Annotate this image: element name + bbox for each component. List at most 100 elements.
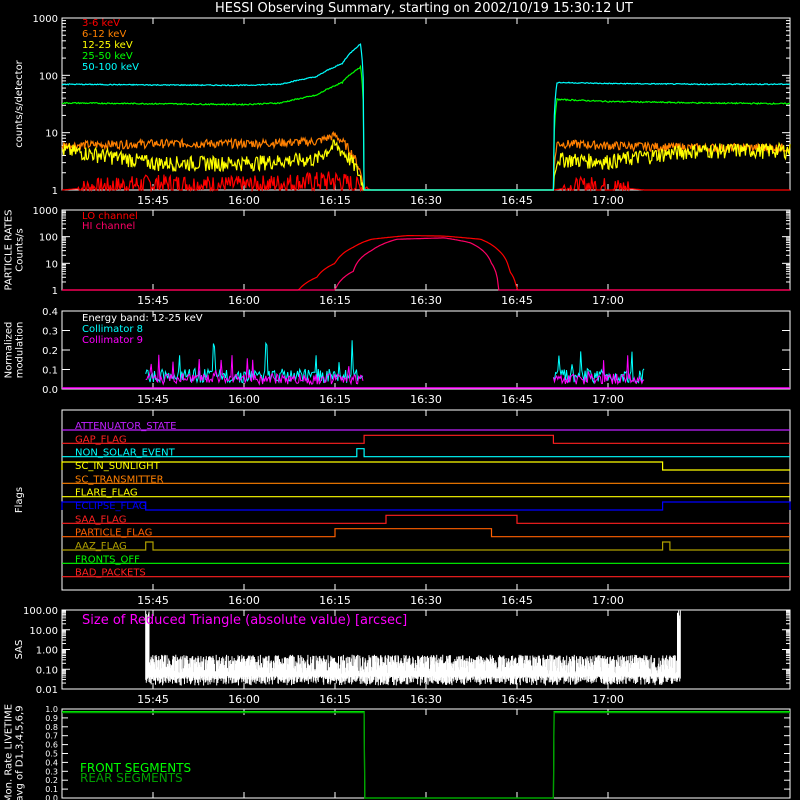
y-tick-label: 1.00 xyxy=(36,646,58,657)
panel-4: 15:45 16:00 16:15 16:30 16:45 17:00FlagsATTEN… xyxy=(14,409,791,607)
x-tick-label: 17:00 xyxy=(592,294,624,307)
x-tick-label: 16:00 xyxy=(228,194,260,207)
x-tick-label: 16:30 xyxy=(410,393,442,406)
y-tick-label: 0.3 xyxy=(42,327,58,338)
x-tick-label: 15:45 xyxy=(137,393,169,406)
x-tick-label: 16:15 xyxy=(319,393,351,406)
x-tick-label: 16:15 xyxy=(319,294,351,307)
x-tick-label: 16:30 xyxy=(410,294,442,307)
observing-summary-figure: HESSI Observing Summary, starting on 200… xyxy=(4,1,791,800)
flag-line xyxy=(61,461,790,471)
y-tick-label: 10 xyxy=(45,129,58,140)
x-tick-label: 16:15 xyxy=(319,594,351,607)
x-tick-label: 15:45 xyxy=(137,194,169,207)
y-tick-label: 0.9 xyxy=(45,714,58,723)
y-axis-label: Counts/s xyxy=(15,228,26,272)
y-tick-label: 0.8 xyxy=(45,723,58,732)
y-tick-label: 0.1 xyxy=(42,366,58,377)
y-tick-label: 100 xyxy=(39,71,58,82)
page-title: HESSI Observing Summary, starting on 200… xyxy=(215,1,633,16)
panel-title: Size of Reduced Triangle (absolute value… xyxy=(82,613,407,628)
x-tick-label: 16:45 xyxy=(501,294,533,307)
y-tick-label: 10 xyxy=(45,259,58,270)
x-tick-label: 15:45 xyxy=(137,594,169,607)
panel-1: 15:45 16:00 16:15 16:30 16:45 17:00 counts/s/d… xyxy=(14,14,791,207)
series-line xyxy=(62,711,790,799)
legend-entry: 25-50 keV xyxy=(82,51,133,62)
y-tick-label: 1 xyxy=(52,286,58,297)
y-tick-label: 0.2 xyxy=(45,776,58,785)
flag-label: ECLIPSE_FLAG xyxy=(75,501,146,512)
legend-entry: 12-25 keV xyxy=(82,40,133,51)
flag-line xyxy=(62,514,790,524)
legend-entry: HI channel xyxy=(82,221,135,232)
x-tick-label: 16:45 xyxy=(501,194,533,207)
y-tick-label: 100.00 xyxy=(23,606,58,617)
flag-line xyxy=(62,528,790,538)
x-tick-label: 16:45 xyxy=(501,393,533,406)
y-axis-label: modulation xyxy=(15,322,26,379)
y-tick-label: 0.2 xyxy=(42,346,58,357)
x-tick-label: 16:30 xyxy=(410,594,442,607)
y-tick-label: 100 xyxy=(39,233,58,244)
x-tick-label: 15:45 xyxy=(137,294,169,307)
x-tick-label: 17:00 xyxy=(592,594,624,607)
y-axis-label: PARTICLE RATES xyxy=(4,210,15,291)
panel-3: 15:45 16:00 16:15 16:30 16:45 17:00 Normalized… xyxy=(4,307,791,406)
panel-5: 15:45 16:00 16:15 16:30 16:45 17:00 SAS 0.01 0.1… xyxy=(14,606,791,706)
x-tick-label: 17:00 xyxy=(592,393,624,406)
x-tick-label: 16:30 xyxy=(410,194,442,207)
x-tick-label: 16:45 xyxy=(501,594,533,607)
x-tick-label: 17:00 xyxy=(592,194,624,207)
x-tick-label: 16:00 xyxy=(228,294,260,307)
y-tick-label: 0.0 xyxy=(42,385,58,396)
y-tick-label: 0.3 xyxy=(45,767,58,776)
y-tick-label: 10.00 xyxy=(29,626,58,637)
y-axis-label: Flags xyxy=(14,487,25,513)
y-tick-label: 1 xyxy=(52,186,58,197)
legend-entry: 3-6 keV xyxy=(82,18,120,29)
legend-entry: 50-100 keV xyxy=(82,62,139,73)
panels: 15:45 16:00 16:15 16:30 16:45 17:00 counts/s/d… xyxy=(4,14,791,800)
y-tick-label: 0.5 xyxy=(45,750,58,759)
flag-line xyxy=(62,434,790,444)
x-tick-label: 16:00 xyxy=(228,693,260,706)
y-tick-label: 1.0 xyxy=(45,705,58,714)
y-tick-label: 0.7 xyxy=(45,732,58,741)
x-tick-label: 15:45 xyxy=(137,693,169,706)
x-tick-label: 16:15 xyxy=(319,194,351,207)
y-tick-label: 0.0 xyxy=(45,794,58,800)
y-tick-label: 1000 xyxy=(33,14,58,25)
y-tick-label: 0.6 xyxy=(45,741,58,750)
y-tick-label: 0.01 xyxy=(36,685,58,696)
x-tick-label: 16:00 xyxy=(228,594,260,607)
y-tick-label: 0.4 xyxy=(45,758,58,767)
flag-label: SC_IN_SUNLIGHT xyxy=(75,461,161,472)
series-line xyxy=(62,712,790,799)
flag-line xyxy=(62,541,790,551)
legend-entry: 6-12 keV xyxy=(82,29,126,40)
y-axis-label: SAS xyxy=(14,640,25,660)
x-tick-label: 17:00 xyxy=(592,693,624,706)
y-axis-label: counts/s/detector xyxy=(14,59,25,147)
flag-line xyxy=(61,501,791,511)
legend-entry: Energy band: 12-25 keV xyxy=(82,313,203,324)
x-tick-label: 16:00 xyxy=(228,393,260,406)
y-tick-label: 0.4 xyxy=(42,307,58,318)
series-line xyxy=(61,43,791,191)
panel-frame xyxy=(61,209,791,291)
x-tick-label: 16:30 xyxy=(410,693,442,706)
x-tick-label: 16:45 xyxy=(501,693,533,706)
y-axis-label: Normalized xyxy=(4,322,15,379)
legend-entry: REAR SEGMENTS xyxy=(80,771,183,785)
y-tick-label: 0.10 xyxy=(36,665,58,676)
series-line xyxy=(62,235,790,291)
series-line xyxy=(62,237,790,291)
y-axis-label: avg of D1,3,4,5,6,9 xyxy=(15,705,26,800)
legend-entry: Collimator 9 xyxy=(82,335,143,346)
panel-6: Mon. Rate LIVETIME avg of D1,3,4,5,6,9 0.0… xyxy=(4,704,791,800)
y-tick-label: 1000 xyxy=(33,206,58,217)
legend-entry: Collimator 8 xyxy=(82,324,143,335)
y-axis-label: Mon. Rate LIVETIME xyxy=(4,704,15,800)
x-tick-label: 16:15 xyxy=(319,693,351,706)
